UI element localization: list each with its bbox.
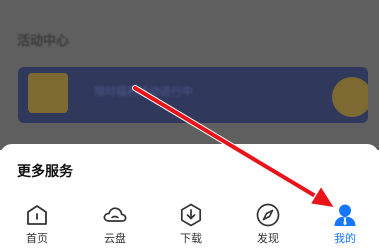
- background-section-title: 活动中心: [17, 34, 70, 49]
- tab-home[interactable]: 首页: [2, 200, 72, 248]
- promo-banner: 限时福利活动进行中: [18, 67, 368, 123]
- banner-tag-image: [28, 73, 68, 113]
- banner-badge: [332, 77, 368, 117]
- tab-mine[interactable]: 我的: [310, 200, 379, 248]
- cloud-icon: [103, 207, 127, 222]
- banner-text: 限时福利活动进行中: [94, 85, 193, 98]
- sheet-title: 更多服务: [17, 164, 73, 180]
- tab-discover[interactable]: 发现: [233, 200, 303, 248]
- dimmed-background: 活动中心 限时福利活动进行中: [0, 0, 379, 150]
- user-icon: [334, 204, 356, 226]
- tab-mine-label: 我的: [334, 232, 356, 245]
- compass-icon: [256, 203, 280, 227]
- tab-cloud-label: 云盘: [104, 232, 126, 245]
- bottom-tab-bar: 首页 云盘 下载 发现 我的: [0, 200, 379, 248]
- tab-home-label: 首页: [26, 232, 48, 245]
- tab-cloud[interactable]: 云盘: [80, 200, 150, 248]
- tab-discover-label: 发现: [257, 232, 279, 245]
- tab-download[interactable]: 下载: [156, 200, 226, 248]
- home-icon: [27, 205, 47, 225]
- download-icon: [180, 203, 202, 227]
- tab-download-label: 下载: [180, 232, 202, 245]
